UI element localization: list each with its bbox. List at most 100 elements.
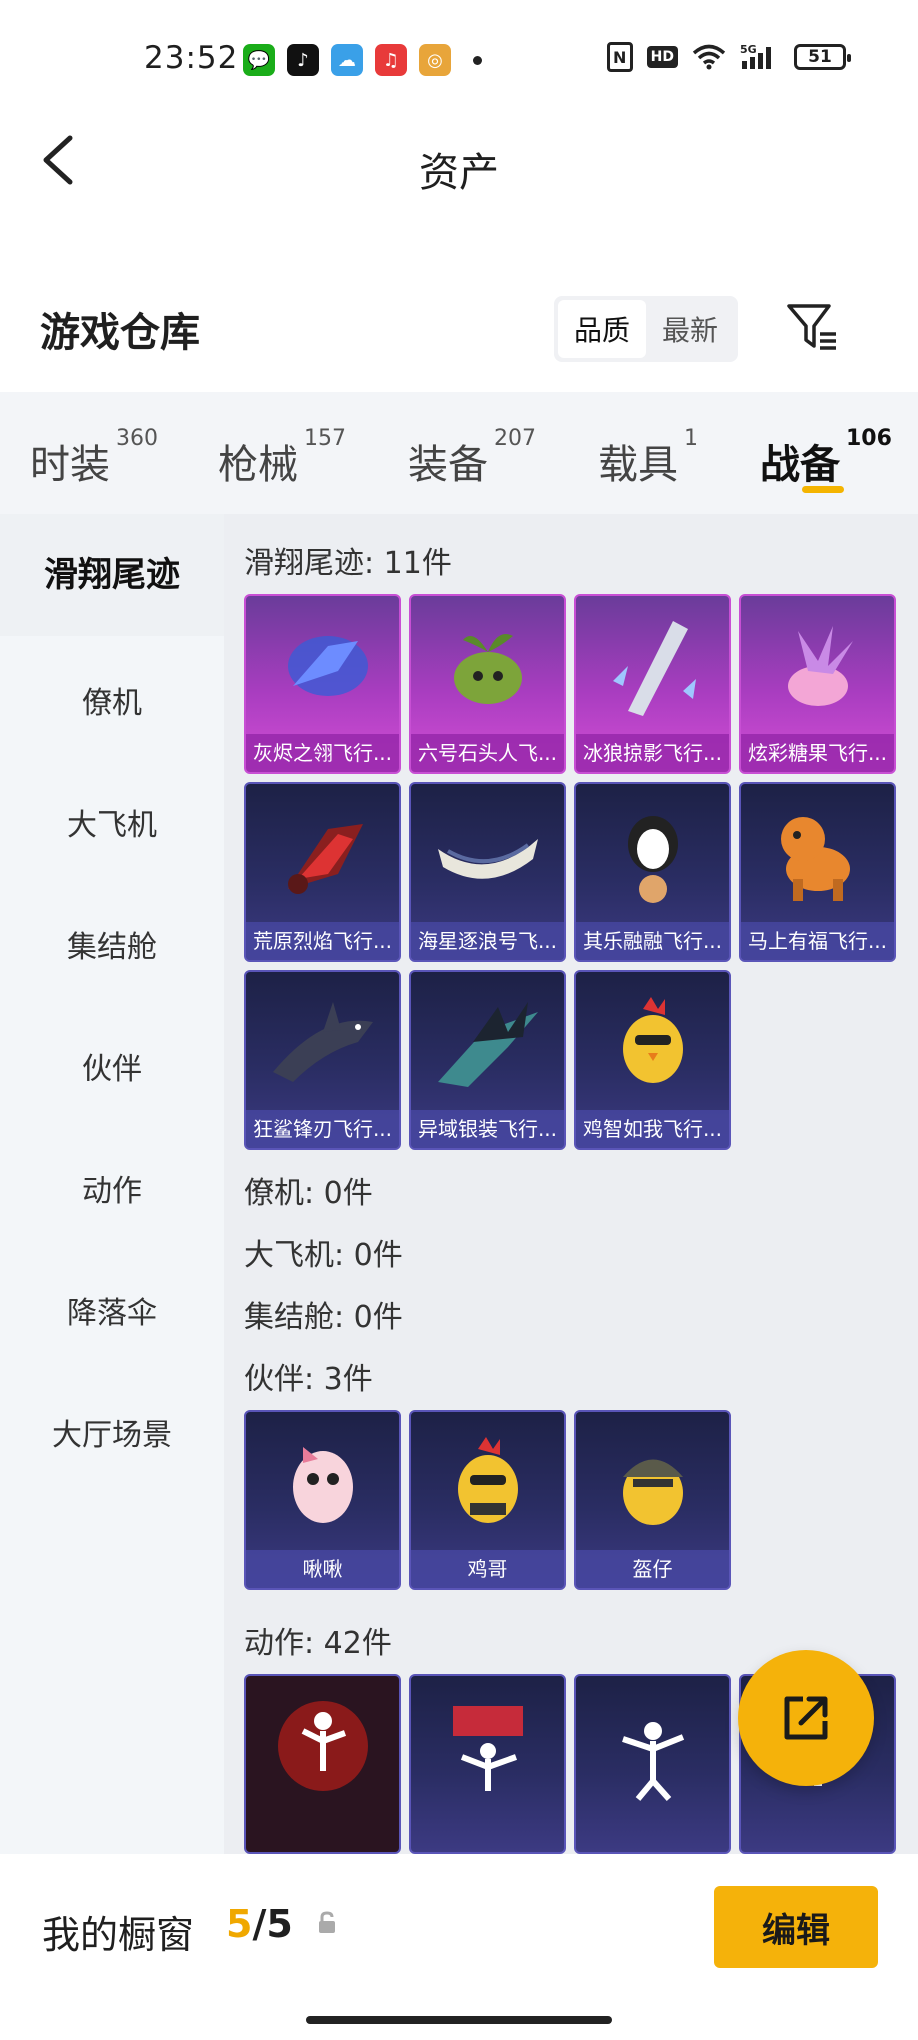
- wechat-icon: 💬: [243, 44, 275, 76]
- sidebar-item-capsule[interactable]: 集结舱: [0, 922, 224, 966]
- hd-icon: HD: [646, 46, 678, 68]
- group-title-capsule: 集结舱: 0件: [244, 1300, 403, 1335]
- item-card[interactable]: 异域银装飞行...: [409, 970, 566, 1150]
- item-card[interactable]: 鸡哥: [409, 1410, 566, 1590]
- tab-count: 157: [304, 426, 346, 451]
- dance-pose-icon: [411, 1676, 564, 1816]
- item-card[interactable]: 海星逐浪号飞...: [409, 782, 566, 962]
- group-title-partner: 伙伴: 3件: [244, 1362, 373, 1397]
- status-bar: 23:52 💬 ♪ ☁ ♫ ◎ N HD 5G 51: [0, 0, 918, 120]
- item-name: 鸡哥: [411, 1550, 564, 1588]
- item-name: 冰狼掠影飞行...: [576, 734, 729, 772]
- share-button[interactable]: [738, 1650, 874, 1786]
- penguin-icon: [576, 784, 729, 924]
- item-card[interactable]: 炫彩糖果飞行...: [739, 594, 896, 774]
- sidebar-item-parachute[interactable]: 降落伞: [0, 1288, 224, 1332]
- item-card[interactable]: 鸡智如我飞行...: [574, 970, 731, 1150]
- item-card[interactable]: 其乐融融飞行...: [574, 782, 731, 962]
- item-name: 灰烬之翎飞行...: [246, 734, 399, 772]
- tab-label: 载具: [598, 442, 678, 488]
- item-card[interactable]: [244, 1674, 401, 1854]
- item-name: 狂鲨锋刃飞行...: [246, 1110, 399, 1148]
- showcase-count: 5/5: [226, 1902, 293, 1946]
- item-card[interactable]: 六号石头人飞...: [409, 594, 566, 774]
- share-icon: [784, 1696, 828, 1740]
- tab-count: 1: [684, 426, 698, 451]
- horse-icon: [741, 784, 894, 924]
- item-card[interactable]: [409, 1674, 566, 1854]
- sort-newest-button[interactable]: 最新: [646, 300, 734, 358]
- group-title-glide: 滑翔尾迹: 11件: [244, 546, 452, 581]
- group-title-action: 动作: 42件: [244, 1626, 392, 1661]
- home-indicator[interactable]: [306, 2016, 612, 2024]
- item-name: 其乐融融飞行...: [576, 922, 729, 960]
- candy-bag-icon: [741, 596, 894, 736]
- item-card[interactable]: 啾啾: [244, 1410, 401, 1590]
- tab-label: 枪械: [218, 442, 298, 488]
- item-card[interactable]: 荒原烈焰飞行...: [244, 782, 401, 962]
- item-card[interactable]: 灰烬之翎飞行...: [244, 594, 401, 774]
- item-card[interactable]: [574, 1674, 731, 1854]
- tab-guns[interactable]: 枪械157: [218, 426, 346, 490]
- tab-label: 装备: [408, 442, 488, 488]
- chicken-icon: [576, 972, 729, 1112]
- sidebar-item-glide-trail[interactable]: 滑翔尾迹: [0, 514, 224, 636]
- sort-toggle: 品质 最新: [554, 296, 738, 362]
- item-name: 荒原烈焰飞行...: [246, 922, 399, 960]
- dance-pose-icon: [246, 1676, 399, 1816]
- sprout-creature-icon: [411, 596, 564, 736]
- music-icon: ♫: [375, 44, 407, 76]
- tab-count: 207: [494, 426, 536, 451]
- battery-level: 51: [808, 47, 832, 67]
- item-card[interactable]: 盔仔: [574, 1410, 731, 1590]
- shark-icon: [246, 972, 399, 1112]
- tab-equipment[interactable]: 装备207: [408, 426, 536, 490]
- category-tabs: 时装360 枪械157 装备207 载具1 战备106: [0, 392, 918, 514]
- edit-button[interactable]: 编辑: [714, 1886, 878, 1968]
- silver-wing-icon: [411, 972, 564, 1112]
- tab-vehicles[interactable]: 载具1: [598, 426, 698, 490]
- showcase-count-current: 5: [226, 1902, 253, 1946]
- active-tab-indicator: [802, 486, 844, 493]
- network-label: 5G: [740, 43, 757, 56]
- battery-icon: 51: [794, 44, 851, 70]
- item-name: 炫彩糖果飞行...: [741, 734, 894, 772]
- sort-quality-button[interactable]: 品质: [558, 300, 646, 358]
- weather-icon: ☁: [331, 44, 363, 76]
- sidebar-item-big-plane[interactable]: 大飞机: [0, 800, 224, 844]
- chicken-icon: [411, 1412, 564, 1552]
- item-name: 马上有福飞行...: [741, 922, 894, 960]
- page-title: 资产: [419, 150, 499, 196]
- status-time: 23:52: [144, 40, 239, 76]
- nfc-icon: N: [606, 42, 633, 72]
- filter-icon[interactable]: [786, 302, 840, 352]
- sidebar-item-action[interactable]: 动作: [0, 1166, 224, 1210]
- pink-bird-icon: [246, 1412, 399, 1552]
- showcase-count-total: /5: [252, 1902, 293, 1946]
- tab-fashion[interactable]: 时装360: [30, 426, 158, 490]
- ice-blade-icon: [576, 596, 729, 736]
- item-card[interactable]: 狂鲨锋刃飞行...: [244, 970, 401, 1150]
- sidebar-item-wingman[interactable]: 僚机: [0, 678, 224, 722]
- lock-icon[interactable]: [314, 1910, 340, 1936]
- item-card[interactable]: 冰狼掠影飞行...: [574, 594, 731, 774]
- item-name: 盔仔: [576, 1550, 729, 1588]
- dance-pose-icon: [576, 1676, 729, 1816]
- glove-icon: [246, 596, 399, 736]
- notification-icons: 💬 ♪ ☁ ♫ ◎: [243, 44, 482, 76]
- item-card[interactable]: 马上有福飞行...: [739, 782, 896, 962]
- item-name: 异域银装飞行...: [411, 1110, 564, 1148]
- tiktok-icon: ♪: [287, 44, 319, 76]
- helmet-chicken-icon: [576, 1412, 729, 1552]
- tab-count: 360: [116, 426, 158, 451]
- tab-label: 战备: [760, 442, 840, 488]
- wifi-icon: [692, 44, 726, 70]
- game-app-icon: ◎: [419, 44, 451, 76]
- tab-count: 106: [846, 426, 892, 451]
- sidebar-item-lobby-scene[interactable]: 大厅场景: [0, 1410, 224, 1454]
- group-title-wingman: 僚机: 0件: [244, 1176, 373, 1211]
- tab-combat-prep[interactable]: 战备106: [760, 426, 892, 490]
- sidebar-item-partner[interactable]: 伙伴: [0, 1044, 224, 1088]
- item-name: 啾啾: [246, 1550, 399, 1588]
- sidebar: 滑翔尾迹 僚机 大飞机 集结舱 伙伴 动作 降落伞 大厅场景: [0, 514, 224, 1854]
